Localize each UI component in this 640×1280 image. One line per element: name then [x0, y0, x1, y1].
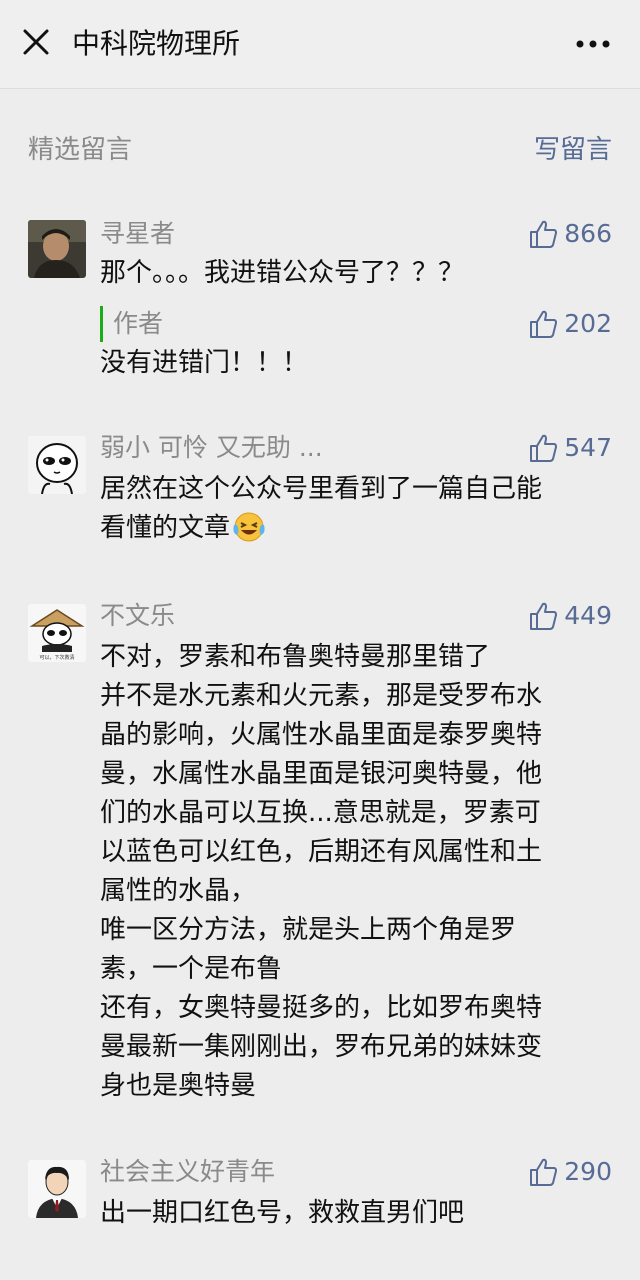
avatar[interactable] [28, 220, 86, 278]
comments-header: 精选留言 写留言 [28, 130, 612, 170]
comment-text: 不对，罗素和布鲁奥特曼那里错了 并不是水元素和火元素，那是受罗布水 晶的影响，火… [100, 642, 543, 1101]
comment-item: 寻星者 866 那个。。。我进错公众号了？？？ 作者 202 没有进错门！！！ [0, 216, 640, 386]
comment-text: 出一期口红色号，救救直男们吧 [100, 1198, 465, 1228]
like-count: 449 [564, 601, 612, 630]
like-button[interactable]: 449 [528, 598, 612, 634]
author-reply-tag: 作者 [100, 306, 163, 342]
commenter-name[interactable]: 社会主义好青年 [100, 1154, 275, 1190]
avatar[interactable] [28, 436, 86, 494]
comment-item: 可以，下次救清 不文乐 449 不对，罗素和布鲁奥特曼那里错了 并不是水元素和火… [0, 598, 640, 1108]
comment-text: 那个。。。我进错公众号了？？？ [100, 258, 465, 288]
avatar[interactable] [28, 1160, 86, 1218]
like-button[interactable]: 290 [528, 1154, 612, 1190]
author-reply-text: 没有进错门！！！ [100, 348, 309, 378]
avatar-caption: 可以，下次救清 [39, 654, 74, 661]
close-icon [23, 29, 49, 55]
more-button[interactable] [568, 22, 618, 66]
close-button[interactable] [14, 20, 58, 64]
page-title: 中科院物理所 [72, 27, 241, 60]
thumbs-up-icon [530, 602, 558, 630]
laughing-crying-emoji [232, 511, 266, 555]
thumbs-up-icon [530, 310, 558, 338]
commenter-name[interactable]: 寻星者 [100, 216, 175, 252]
thumbs-up-icon [530, 434, 558, 462]
top-bar: 中科院物理所 [0, 0, 640, 89]
more-icon [576, 40, 610, 48]
like-button[interactable]: 866 [528, 216, 612, 252]
thumbs-up-icon [530, 220, 558, 248]
reply-like-button[interactable]: 202 [528, 306, 612, 342]
like-count: 547 [564, 433, 612, 462]
like-count: 290 [564, 1157, 612, 1186]
thumbs-up-icon [530, 1158, 558, 1186]
like-count: 202 [564, 309, 612, 338]
like-button[interactable]: 547 [528, 430, 612, 466]
write-comment-link[interactable]: 写留言 [534, 130, 612, 170]
avatar[interactable]: 可以，下次救清 [28, 604, 86, 662]
featured-comments-title: 精选留言 [28, 135, 133, 165]
comment-text: 居然在这个公众号里看到了一篇自己能 看懂的文章 [100, 470, 610, 555]
like-count: 866 [564, 219, 612, 248]
commenter-name[interactable]: 弱小 可怜 又无助 ... [100, 430, 323, 466]
commenter-name[interactable]: 不文乐 [100, 598, 175, 634]
comment-item: 弱小 可怜 又无助 ... 547 居然在这个公众号里看到了一篇自己能 看懂的文… [0, 430, 640, 560]
comment-item: 社会主义好青年 290 出一期口红色号，救救直男们吧 [0, 1154, 640, 1244]
